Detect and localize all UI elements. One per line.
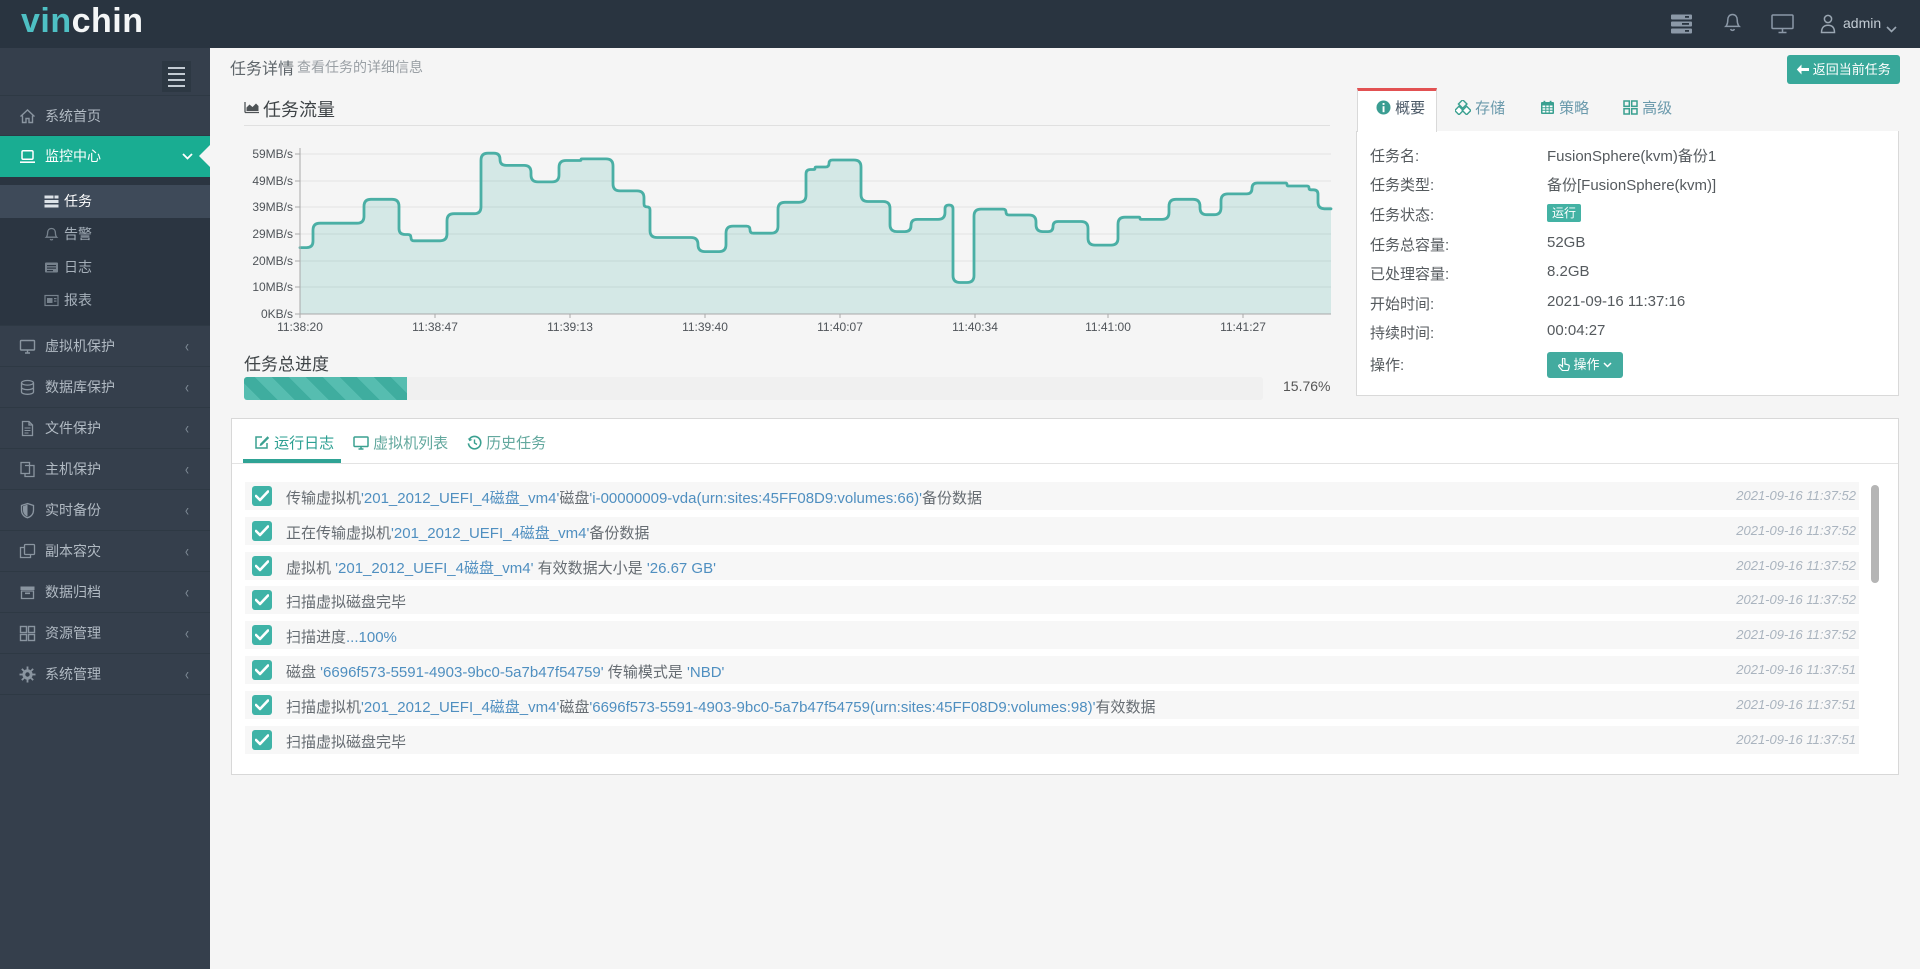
svg-text:29MB/s: 29MB/s bbox=[252, 227, 293, 241]
svg-text:11:40:07: 11:40:07 bbox=[817, 320, 863, 334]
svg-text:39MB/s: 39MB/s bbox=[252, 200, 293, 214]
svg-text:59MB/s: 59MB/s bbox=[252, 147, 293, 161]
svg-text:11:41:00: 11:41:00 bbox=[1085, 320, 1131, 334]
svg-text:20MB/s: 20MB/s bbox=[252, 254, 293, 268]
svg-text:49MB/s: 49MB/s bbox=[252, 174, 293, 188]
svg-text:10MB/s: 10MB/s bbox=[252, 280, 293, 294]
svg-text:11:38:20: 11:38:20 bbox=[277, 320, 323, 334]
svg-text:11:39:13: 11:39:13 bbox=[547, 320, 593, 334]
svg-text:0KB/s: 0KB/s bbox=[261, 307, 293, 321]
svg-text:11:40:34: 11:40:34 bbox=[952, 320, 998, 334]
svg-text:11:38:47: 11:38:47 bbox=[412, 320, 458, 334]
svg-text:11:39:40: 11:39:40 bbox=[682, 320, 728, 334]
svg-text:11:41:27: 11:41:27 bbox=[1220, 320, 1266, 334]
